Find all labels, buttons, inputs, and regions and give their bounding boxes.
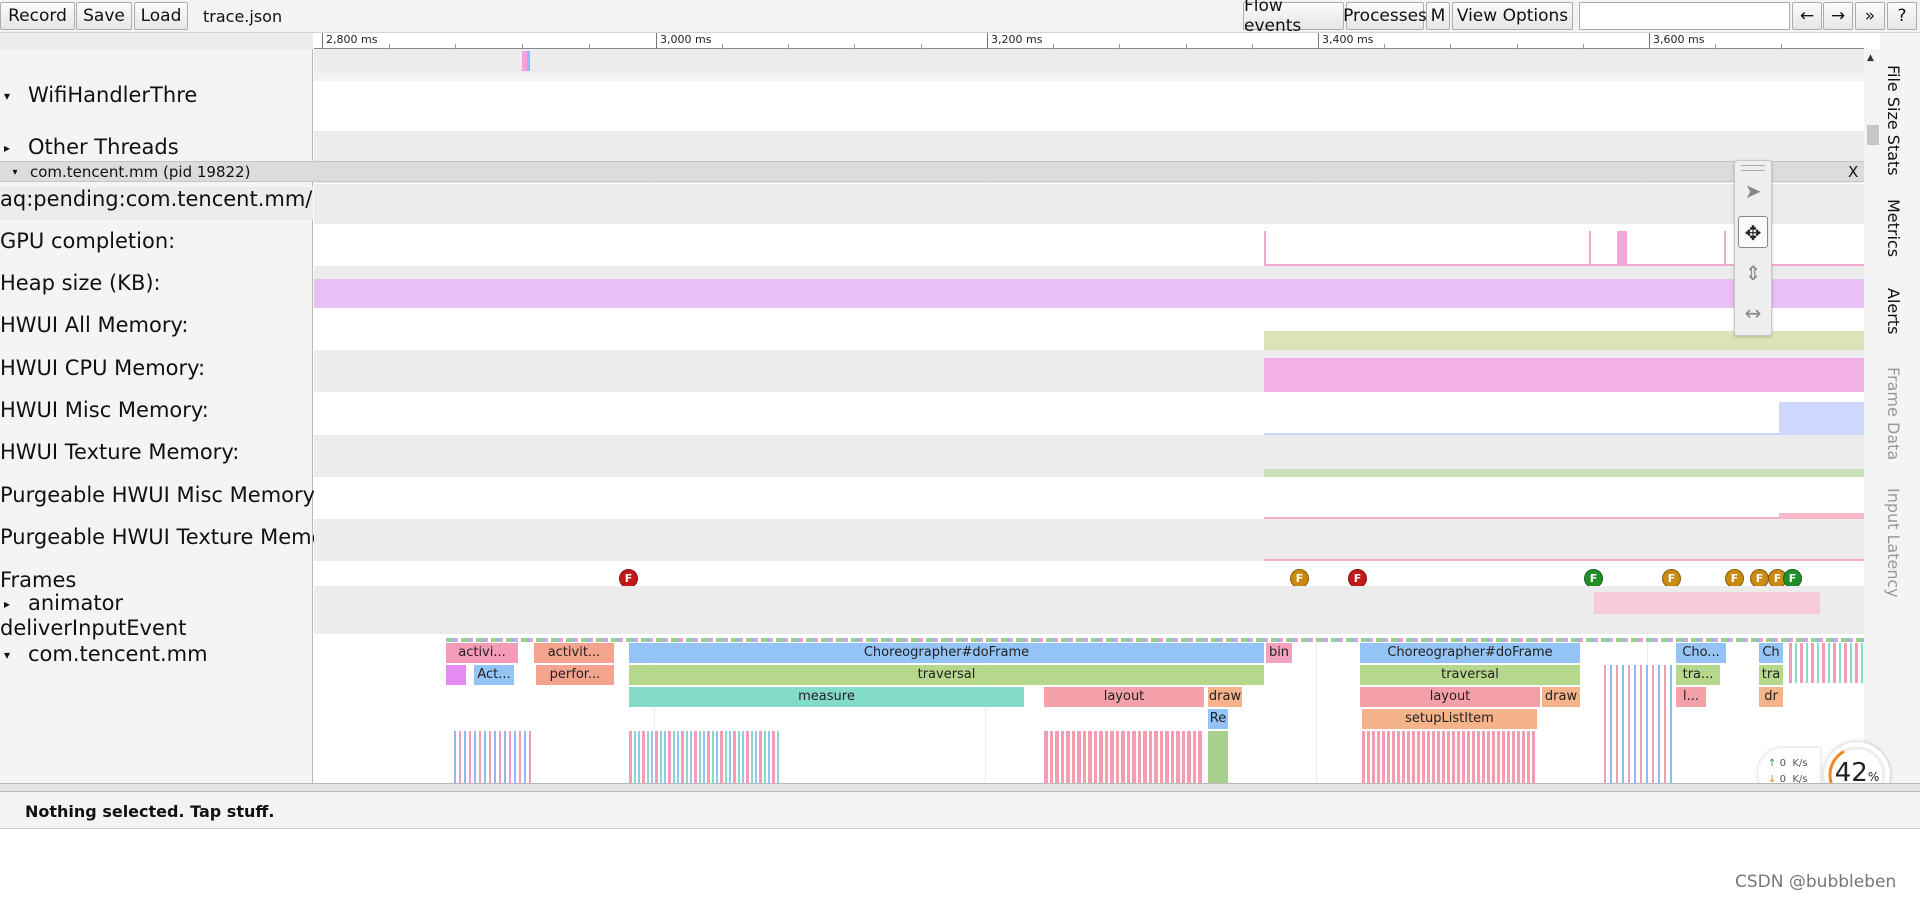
slice-binder[interactable]: bin bbox=[1266, 643, 1292, 663]
processes-button[interactable]: Processes bbox=[1343, 2, 1427, 30]
slice-traversal[interactable]: tra bbox=[1759, 665, 1783, 685]
counter-label-purgeable-texture: Purgeable HWUI Texture Memo bbox=[0, 525, 325, 549]
watermark: CSDN @bubbleben bbox=[1735, 872, 1897, 892]
find-previous-button[interactable]: ← bbox=[1792, 2, 1822, 30]
deliver-input-event-label: deliverInputEvent bbox=[0, 616, 187, 640]
counter-label-hwui-misc: HWUI Misc Memory: bbox=[0, 398, 209, 422]
slice-activity[interactable]: activi... bbox=[446, 643, 518, 663]
process-header[interactable]: ▾ com.tencent.mm (pid 19822) X bbox=[0, 161, 1864, 182]
expand-triangle-icon[interactable]: ▾ bbox=[0, 89, 14, 103]
slice-layout[interactable]: l... bbox=[1676, 687, 1706, 707]
timeline-tracks[interactable]: F F F F F F F F F activi... activit... C… bbox=[314, 49, 1864, 783]
help-button[interactable]: ? bbox=[1887, 2, 1917, 30]
slice-choreographer-doframe[interactable]: Choreographer#doFrame bbox=[629, 643, 1264, 663]
upload-arrow-icon: ↑ bbox=[1768, 758, 1777, 769]
find-next-button[interactable]: → bbox=[1823, 2, 1853, 30]
slice-setup-list-item[interactable]: setupListItem bbox=[1362, 709, 1537, 729]
ruler-tick-label: 3,000 ms bbox=[660, 33, 712, 46]
ruler-tick-label: 2,800 ms bbox=[326, 33, 378, 46]
view-options-button[interactable]: View Options bbox=[1452, 2, 1573, 30]
slice-record[interactable]: Re bbox=[1208, 709, 1228, 729]
expand-triangle-icon[interactable]: ▾ bbox=[0, 648, 14, 662]
ruler-tick-label: 3,400 ms bbox=[1322, 33, 1374, 46]
slice-traversal[interactable]: traversal bbox=[1360, 665, 1580, 685]
slice-perform[interactable]: perfor... bbox=[536, 665, 614, 685]
record-button[interactable]: Record bbox=[0, 2, 75, 30]
tracks-scrollbar[interactable]: ▲ bbox=[1864, 49, 1880, 783]
frames-label: Frames bbox=[0, 568, 77, 592]
collapse-triangle-icon[interactable]: ▸ bbox=[0, 597, 14, 611]
tab-metrics[interactable]: Metrics bbox=[1884, 199, 1903, 257]
slice-act[interactable]: Act... bbox=[474, 665, 514, 685]
save-button[interactable]: Save bbox=[76, 2, 132, 30]
mouse-mode-selector[interactable]: ➤ ✥ ⇕ ↔ bbox=[1734, 160, 1772, 336]
time-ruler[interactable]: 2,800 ms 3,000 ms 3,200 ms 3,400 ms 3,60… bbox=[314, 33, 1864, 49]
trace-filename: trace.json bbox=[203, 7, 283, 26]
counter-label-purgeable-misc: Purgeable HWUI Misc Memory: bbox=[0, 483, 321, 507]
slice-choreographer[interactable]: Ch bbox=[1759, 643, 1783, 663]
search-input[interactable] bbox=[1579, 2, 1790, 30]
slice-choreographer[interactable]: Cho... bbox=[1676, 643, 1726, 663]
slice-layout[interactable]: layout bbox=[1360, 687, 1540, 707]
process-header-label: ▾ com.tencent.mm (pid 19822) bbox=[8, 163, 250, 181]
counter-label-hwui-texture: HWUI Texture Memory: bbox=[0, 440, 240, 464]
thread-label-wifi[interactable]: ▾ WifiHandlerThre bbox=[0, 83, 197, 107]
close-process-button[interactable]: X bbox=[1848, 163, 1858, 181]
more-button[interactable]: » bbox=[1855, 2, 1885, 30]
scroll-up-icon[interactable]: ▲ bbox=[1867, 53, 1874, 63]
timing-range-icon[interactable]: ↔ bbox=[1738, 297, 1768, 329]
load-button[interactable]: Load bbox=[134, 2, 188, 30]
status-text: Nothing selected. Tap stuff. bbox=[25, 802, 275, 821]
tab-alerts[interactable]: Alerts bbox=[1884, 288, 1903, 334]
thread-label-animator[interactable]: ▸ animator bbox=[0, 591, 123, 615]
expand-triangle-icon: ▾ bbox=[12, 167, 18, 178]
slice-activity[interactable]: activit... bbox=[534, 643, 614, 663]
side-panel-tabs: File Size Stats Metrics Alerts Frame Dat… bbox=[1880, 33, 1920, 783]
zoom-vertical-icon[interactable]: ⇕ bbox=[1738, 257, 1768, 289]
scroll-thumb[interactable] bbox=[1867, 125, 1879, 145]
counter-label-hwui-cpu: HWUI CPU Memory: bbox=[0, 356, 206, 380]
counter-label-aq: aq:pending:com.tencent.mm/co bbox=[0, 187, 313, 220]
drag-handle[interactable] bbox=[1741, 165, 1765, 171]
slice-layout[interactable]: layout bbox=[1044, 687, 1204, 707]
slice-measure[interactable]: measure bbox=[629, 687, 1024, 707]
selection-status-bar: Nothing selected. Tap stuff. bbox=[0, 792, 1920, 829]
track-band bbox=[314, 49, 1864, 73]
tab-input-latency[interactable]: Input Latency bbox=[1884, 488, 1903, 598]
counter-label-hwui-all: HWUI All Memory: bbox=[0, 313, 189, 337]
panel-divider[interactable] bbox=[0, 783, 1920, 792]
select-pointer-icon[interactable]: ➤ bbox=[1738, 175, 1768, 207]
flow-events-button[interactable]: Flow events bbox=[1243, 0, 1344, 36]
thread-label-other[interactable]: ▸ Other Threads bbox=[0, 135, 179, 159]
thread-label-main[interactable]: ▾ com.tencent.mm bbox=[0, 642, 208, 666]
slice-draw[interactable]: dr bbox=[1759, 687, 1783, 707]
slice-draw[interactable]: draw bbox=[1208, 687, 1242, 707]
slice-choreographer-doframe[interactable]: Choreographer#doFrame bbox=[1360, 643, 1580, 663]
collapse-triangle-icon[interactable]: ▸ bbox=[0, 141, 14, 155]
toolbar: Record Save Load trace.json Flow events … bbox=[0, 0, 1920, 36]
track-labels: ▾ WifiHandlerThre ▸ Other Threads aq:pendi… bbox=[0, 33, 324, 783]
slice[interactable] bbox=[446, 665, 466, 685]
tab-frame-data[interactable]: Frame Data bbox=[1884, 367, 1903, 460]
tab-file-size-stats[interactable]: File Size Stats bbox=[1884, 65, 1903, 176]
pan-move-icon[interactable]: ✥ bbox=[1738, 216, 1768, 248]
slice-traversal[interactable]: traversal bbox=[629, 665, 1264, 685]
slice-traversal[interactable]: tra... bbox=[1676, 665, 1720, 685]
counter-label-heap: Heap size (KB): bbox=[0, 271, 161, 295]
ruler-tick-label: 3,200 ms bbox=[991, 33, 1043, 46]
ruler-tick-label: 3,600 ms bbox=[1653, 33, 1705, 46]
metadata-button[interactable]: M bbox=[1426, 2, 1450, 30]
counter-label-gpu: GPU completion: bbox=[0, 229, 176, 253]
slice-draw[interactable]: draw bbox=[1542, 687, 1580, 707]
